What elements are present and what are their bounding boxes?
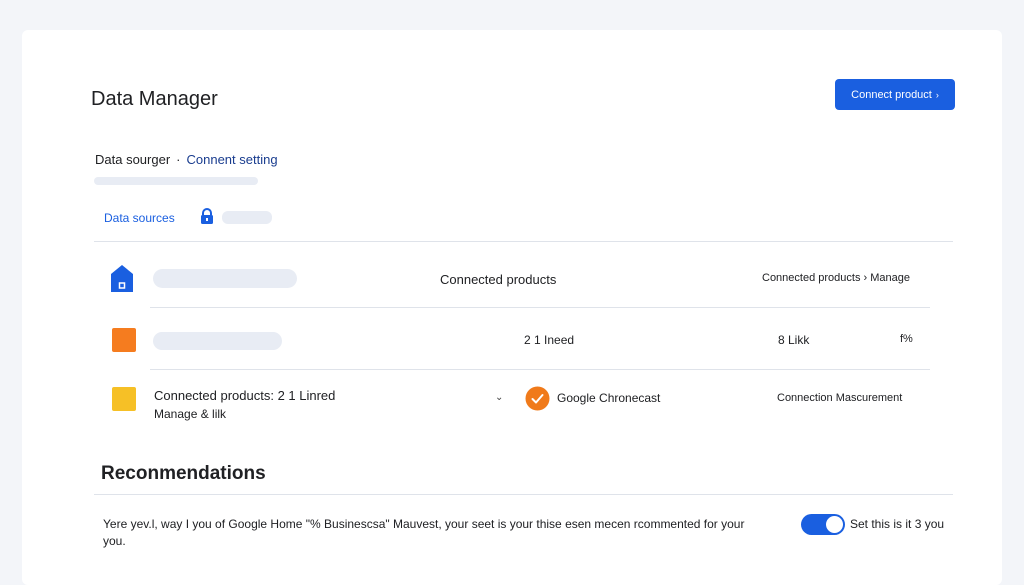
recommendations-title: Reconmendations — [101, 463, 266, 484]
product-name: Google Chronecast — [557, 391, 661, 405]
tabs-divider — [94, 241, 953, 242]
check-circle-icon — [525, 386, 550, 411]
manage-link[interactable]: Connected products › Manage — [762, 272, 910, 284]
page-title: Data Manager — [91, 88, 218, 110]
breadcrumb-separator: · — [176, 152, 181, 167]
breadcrumb-item-data-source[interactable]: Data sourger — [95, 152, 170, 167]
measurement-label: Connection Mascurement — [777, 392, 903, 404]
connect-product-label: Connect product — [851, 88, 932, 101]
house-icon — [111, 265, 133, 292]
row-name-placeholder — [153, 332, 282, 350]
row-count: 2 1 Ineed — [524, 333, 575, 347]
row-name-line2[interactable]: Manage & lilk — [154, 407, 226, 421]
breadcrumb: Data sourger · Connent setting — [95, 152, 278, 167]
chevron-right-icon: › — [935, 89, 939, 100]
recommendation-toggle[interactable] — [801, 514, 845, 535]
row-divider — [150, 369, 930, 370]
subtitle-placeholder — [94, 177, 258, 185]
row-name-line1: Connected products: 2 1 Linred — [154, 388, 336, 403]
row-link[interactable]: 8 Likk — [778, 333, 809, 347]
row-status: Connected products — [440, 272, 557, 287]
row-name-placeholder — [153, 269, 297, 288]
orange-square-icon — [112, 328, 136, 352]
connect-product-button[interactable]: Connect product › — [835, 79, 955, 110]
row-divider — [150, 307, 930, 308]
yellow-square-icon — [112, 387, 136, 411]
lock-icon — [201, 208, 213, 224]
breadcrumb-item-connect-setting[interactable]: Connent setting — [187, 152, 278, 167]
row-percent: f% — [900, 333, 913, 345]
recommendations-divider — [94, 494, 953, 495]
recommendation-text: Yere yev.l, way I you of Google Home "% … — [103, 517, 745, 548]
toggle-label: Set this is it 3 you — [850, 517, 945, 531]
tab-placeholder — [222, 211, 272, 224]
tab-data-sources[interactable]: Data sources — [104, 211, 175, 225]
toggle-knob — [826, 516, 843, 533]
chevron-down-icon[interactable]: ⌄ — [495, 392, 503, 403]
